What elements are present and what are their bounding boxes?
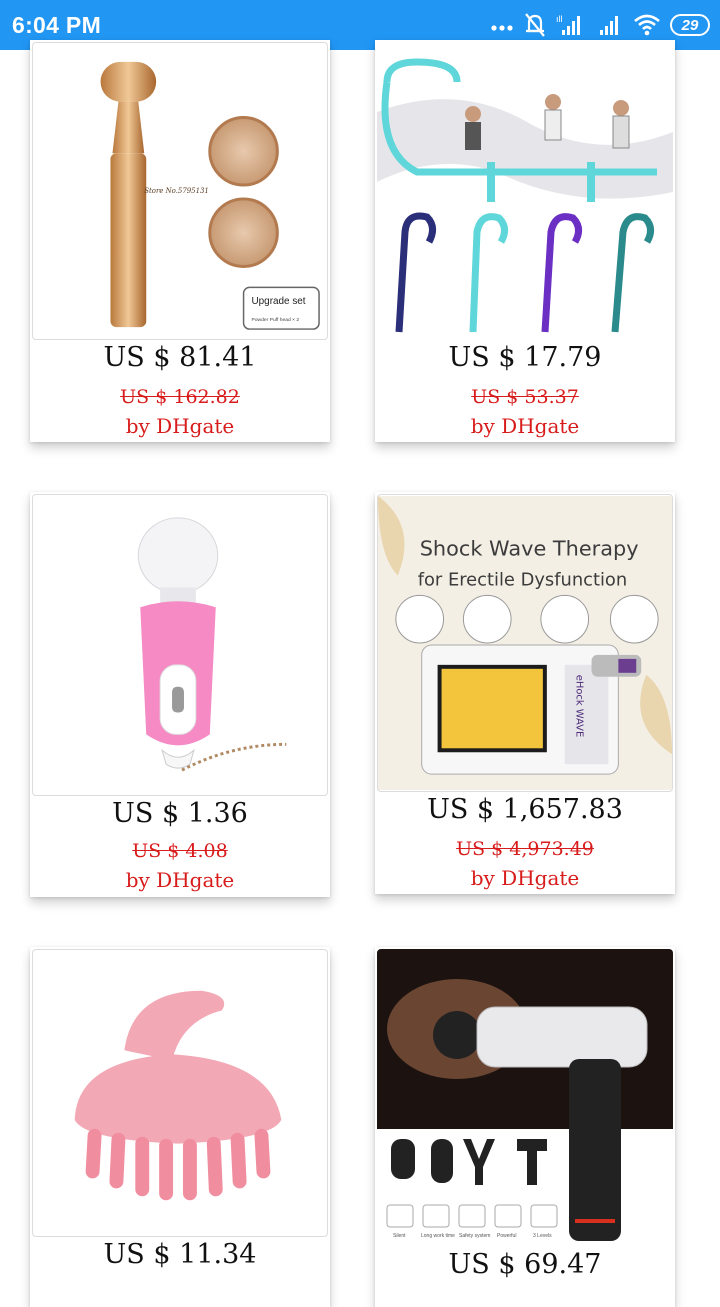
signal-icon: ıll: [556, 14, 580, 35]
feature-label: Long work time: [421, 1233, 455, 1239]
feature-label: Powerful: [497, 1233, 516, 1239]
product-old-price: US $ 162.82: [120, 386, 240, 408]
product-seller: by DHgate: [470, 414, 580, 438]
puff-label: Powder Puff head × 2: [252, 317, 300, 323]
upgrade-label: Upgrade set: [252, 296, 306, 307]
shockwave-subtitle: for Erectile Dysfunction: [418, 569, 627, 590]
wifi-icon: [634, 14, 660, 36]
product-image: [32, 494, 328, 796]
product-card[interactable]: US $ 17.79 US $ 53.37 by DHgate: [375, 40, 675, 442]
product-price: US $ 17.79: [448, 342, 602, 373]
shockwave-title: Shock Wave Therapy: [420, 537, 639, 561]
product-card[interactable]: Store No.5795131 Upgrade set Powder Puff…: [30, 40, 330, 442]
product-image: Shock Wave Therapy for Erectile Dysfunct…: [377, 494, 673, 792]
product-old-price: US $ 53.37: [471, 386, 579, 408]
product-seller: by DHgate: [125, 414, 235, 438]
product-price: US $ 11.34: [103, 1239, 257, 1270]
product-image: [377, 42, 673, 338]
feature-label: 3 Levels: [533, 1233, 552, 1239]
product-price: US $ 1,657.83: [427, 794, 623, 825]
product-image: Silent Long work time Safety system Powe…: [377, 949, 673, 1245]
product-price: US $ 81.41: [103, 342, 257, 373]
product-seller: by DHgate: [470, 866, 580, 890]
product-price: US $ 69.47: [448, 1249, 602, 1280]
signal-icon-2: [600, 16, 618, 35]
product-price: US $ 1.36: [112, 798, 248, 829]
feature-label: Safety system: [459, 1233, 490, 1239]
svg-text:ıll: ıll: [556, 14, 563, 24]
more-dots-icon: [491, 25, 513, 31]
product-card[interactable]: Silent Long work time Safety system Powe…: [375, 947, 675, 1307]
feature-label: Silent: [393, 1233, 406, 1239]
product-old-price: US $ 4,973.49: [456, 838, 594, 860]
product-card[interactable]: US $ 11.34: [30, 947, 330, 1307]
product-seller: by DHgate: [125, 868, 235, 892]
shockwave-brand: eHock WAVE: [574, 675, 585, 737]
product-card[interactable]: Shock Wave Therapy for Erectile Dysfunct…: [375, 492, 675, 894]
store-label: Store No.5795131: [144, 187, 209, 195]
muted-bell-icon: [525, 13, 545, 37]
status-time: 6:04 PM: [12, 12, 102, 38]
product-image: [32, 949, 328, 1237]
product-old-price: US $ 4.08: [132, 840, 228, 862]
product-card[interactable]: US $ 1.36 US $ 4.08 by DHgate: [30, 492, 330, 897]
product-image: Store No.5795131 Upgrade set Powder Puff…: [32, 42, 328, 340]
status-icons: ıll 29: [490, 10, 710, 40]
battery-icon: 29: [670, 14, 710, 36]
